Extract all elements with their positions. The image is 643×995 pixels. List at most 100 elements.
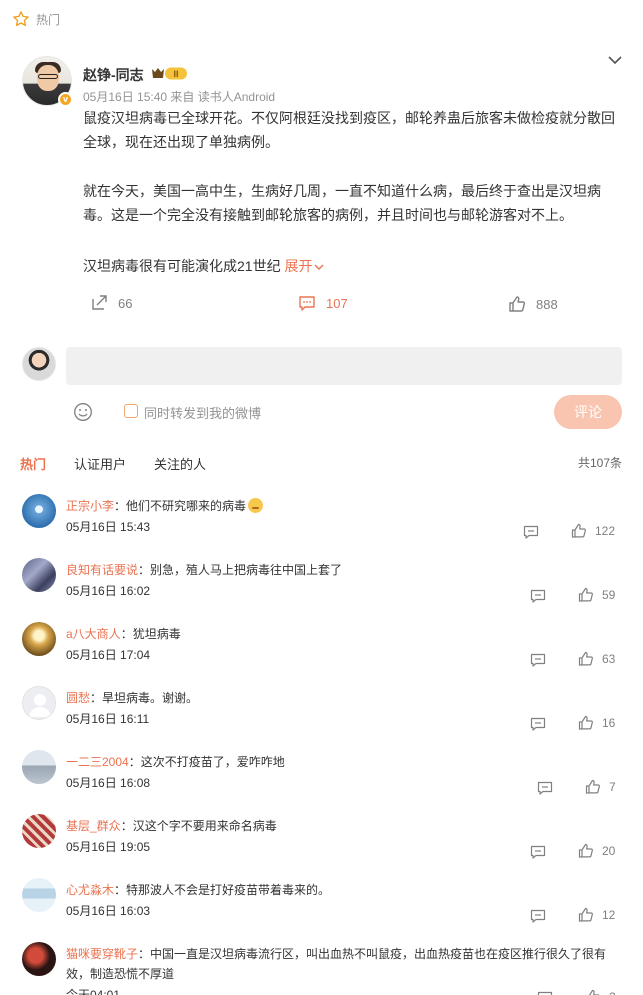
current-user-avatar [22,347,56,381]
commenter-name[interactable]: 圆愁 [66,691,90,705]
tab-following[interactable]: 关注的人 [154,454,206,473]
comment-like-button[interactable]: 59 [578,587,615,603]
repost-count: 66 [118,295,133,311]
reply-icon[interactable] [537,990,553,995]
reply-icon[interactable] [530,588,546,604]
comment-input[interactable] [66,347,622,385]
comment-text: 他们不研究哪来的病毒 [126,499,247,513]
like-button[interactable]: 888 [508,295,558,313]
hot-label: 热门 [36,12,61,27]
thumbs-up-icon [578,651,593,666]
comment-like-button[interactable]: 2 [585,989,616,995]
comment-text: 犹坦病毒 [132,627,181,641]
comment-time: 05月16日 16:03 [66,904,151,918]
total-comment-count: 共107条 [577,456,622,470]
default-avatar-icon [29,694,51,717]
commenter-avatar[interactable] [22,686,56,720]
post-paragraph: 鼠疫汉坦病毒已全球开花。不仅阿根廷没找到疫区，邮轮养蛊后旅客未做检疫就分散回全球… [83,110,615,150]
comment-text: 这次不打疫苗了，爱咋咋地 [140,755,285,769]
commenter-name[interactable]: a八大商人 [66,627,121,641]
commenter-name[interactable]: 一二三2004 [66,755,129,769]
comment-like-button[interactable]: 20 [578,843,615,859]
comment-like-count: 7 [609,780,616,794]
reply-icon[interactable] [537,780,553,796]
expand-link[interactable]: 展开 [284,258,324,274]
chevron-down-icon[interactable] [607,52,623,68]
comment-like-button[interactable]: 16 [578,715,615,731]
comment-like-button[interactable]: 122 [571,523,615,539]
repost-button[interactable]: 66 [90,294,132,312]
commenter-name[interactable]: 正宗小李 [66,499,114,513]
thumbs-up-icon [578,843,593,858]
thumbs-up-icon [509,296,526,312]
thumbs-up-icon [578,587,593,602]
commenter-avatar[interactable] [22,750,56,784]
thumbs-up-icon [578,715,593,730]
comment-like-count: 59 [602,588,616,602]
comment-text: 中国一直是汉坦病毒流行区，叫出血热不叫鼠疫，出血热疫苗也在疫区推行很久了很有效，… [66,947,607,981]
comment-button[interactable]: 107 [298,294,348,312]
post-paragraph: 就在今天，美国一高中生，生病好几周，一直不知道什么病，最后终于查出是汉坦病毒。这… [83,183,601,223]
comment-item: 良知有话要说：别急，殖人马上把病毒往中国上套了 05月16日 16:02 59 [0,558,643,622]
vip-crown-icon: II [152,67,187,80]
commenter-name[interactable]: 心尤淼木 [66,883,114,897]
reply-icon[interactable] [530,652,546,668]
reply-icon[interactable] [530,844,546,860]
comment-time: 今天04:01 [66,988,121,995]
post-meta: 05月16日 15:40 来自 读书人Android [83,90,276,104]
repost-checkbox-label[interactable]: 同时转发到我的微博 [144,403,261,422]
comment-time: 05月16日 15:43 [66,520,151,534]
star-icon [13,11,29,27]
comment-item: 心尤淼木：特那波人不会是打好疫苗带着毒来的。 05月16日 16:03 12 [0,878,643,942]
commenter-avatar[interactable] [22,942,56,976]
comment-item: 圆愁：旱坦病毒。谢谢。 05月16日 16:11 16 [0,686,643,750]
expand-chevron-icon [314,264,324,270]
commenter-name[interactable]: 良知有话要说 [66,563,138,577]
author-name[interactable]: 赵铮-同志 [83,65,144,85]
share-icon [92,295,107,310]
commenter-avatar[interactable] [22,878,56,912]
comment-item: 一二三2004：这次不打疫苗了，爱咋咋地 05月16日 16:08 7 [0,750,643,814]
comment-item: 基层_群众：汉这个字不要用来命名病毒 05月16日 19:05 20 [0,814,643,878]
commenter-name[interactable]: 猫咪要穿靴子 [66,947,138,961]
reply-icon[interactable] [523,524,539,540]
comment-time: 05月16日 17:04 [66,648,151,662]
comment-like-count: 16 [602,716,616,730]
thumbs-up-icon [585,779,600,794]
comment-like-button[interactable]: 63 [578,651,615,667]
verified-icon: v [58,92,73,107]
commenter-avatar[interactable] [22,558,56,592]
tab-verified-users[interactable]: 认证用户 [74,454,126,473]
comment-time: 05月16日 16:08 [66,776,151,790]
comment-item: 猫咪要穿靴子：中国一直是汉坦病毒流行区，叫出血热不叫鼠疫，出血热疫苗也在疫区推行… [0,942,643,995]
comment-item: a八大商人：犹坦病毒 05月16日 17:04 63 [0,622,643,686]
post-paragraph: 汉坦病毒很有可能演化成21世纪 [83,258,281,274]
comment-like-count: 20 [602,844,616,858]
comment-like-count: 122 [595,524,616,538]
hot-header: 热门 [12,10,60,28]
comment-like-button[interactable]: 12 [578,907,615,923]
comment-text: 旱坦病毒。谢谢。 [102,691,199,705]
reply-icon[interactable] [530,716,546,732]
comment-item: 正宗小李：他们不研究哪来的病毒 05月16日 15:43 122 [0,494,643,558]
comment-time: 05月16日 16:11 [66,712,150,726]
reply-icon[interactable] [530,908,546,924]
comment-text: 别急，殖人马上把病毒往中国上套了 [150,563,343,577]
comment-text: 特那波人不会是打好疫苗带着毒来的。 [126,883,331,897]
commenter-avatar[interactable] [22,494,56,528]
thumbs-up-icon [578,907,593,922]
commenter-name[interactable]: 基层_群众 [66,819,121,833]
emoji-icon[interactable] [73,402,93,422]
thumbs-up-icon [571,523,586,538]
submit-comment-button[interactable]: 评论 [554,395,622,429]
commenter-avatar[interactable] [22,622,56,656]
comment-like-button[interactable]: 7 [585,779,616,795]
thumbs-up-icon [588,989,600,995]
weibo-post-card: 热门 v 赵铮-同志 II 05月16日 15:40 来自 读书人Android… [0,0,643,995]
repost-checkbox[interactable] [124,404,138,418]
comment-like-count: 2 [609,990,616,995]
comment-like-count: 12 [602,908,616,922]
tab-hot[interactable]: 热门 [20,454,46,473]
commenter-avatar[interactable] [22,814,56,848]
comment-count: 107 [326,295,348,311]
